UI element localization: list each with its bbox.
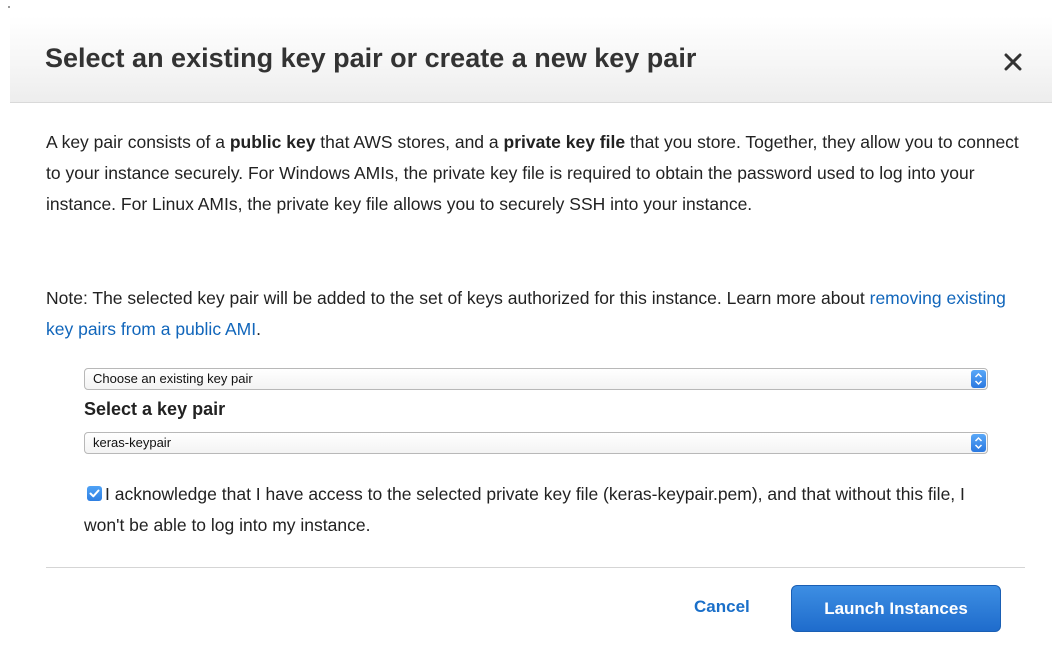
note-text: Note: The selected key pair will be adde… xyxy=(46,288,870,308)
select-key-pair-label: Select a key pair xyxy=(84,399,226,419)
key-pair-dialog: Select an existing key pair or create a … xyxy=(0,0,1052,658)
acknowledge-text: I acknowledge that I have access to the … xyxy=(84,484,965,535)
acknowledge-row: I acknowledge that I have access to the … xyxy=(84,479,984,541)
cancel-button[interactable]: Cancel xyxy=(694,597,750,621)
note-period: . xyxy=(256,319,261,339)
key-pair-select[interactable]: keras-keypair xyxy=(84,432,988,454)
select-arrows-icon xyxy=(971,370,986,388)
close-button[interactable] xyxy=(996,45,1030,79)
acknowledge-checkbox[interactable] xyxy=(87,486,102,501)
close-icon xyxy=(1004,53,1022,71)
stray-pixel xyxy=(8,6,10,8)
footer-divider xyxy=(46,567,1025,568)
intro-text-1: A key pair consists of a xyxy=(46,132,230,152)
dialog-title: Select an existing key pair or create a … xyxy=(45,43,697,73)
key-pair-note: Note: The selected key pair will be adde… xyxy=(46,283,1026,345)
key-pair-option-select[interactable]: Choose an existing key pair xyxy=(84,368,988,390)
key-pair-option-value: Choose an existing key pair xyxy=(93,371,253,386)
intro-bold-private-key-file: private key file xyxy=(503,132,626,152)
launch-instances-button[interactable]: Launch Instances xyxy=(791,585,1001,632)
checkmark-icon xyxy=(89,489,100,498)
dialog-header: Select an existing key pair or create a … xyxy=(10,16,1052,103)
intro-text-2: that AWS stores, and a xyxy=(315,132,504,152)
select-arrows-icon xyxy=(971,434,986,452)
intro-bold-public-key: public key xyxy=(229,132,316,152)
key-pair-description: A key pair consists of a public key that… xyxy=(46,127,1026,220)
key-pair-value: keras-keypair xyxy=(93,435,172,450)
